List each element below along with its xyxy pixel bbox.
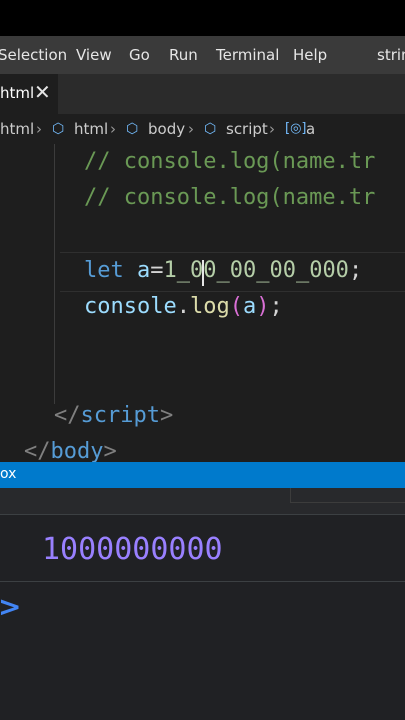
code-line-close-script: </script> <box>54 403 173 428</box>
tab-html-file[interactable]: html ✕ <box>0 74 58 114</box>
indent-guide <box>54 144 55 404</box>
paren-open: ( <box>229 294 243 319</box>
menu-run[interactable]: Run <box>169 46 198 64</box>
code-editor[interactable]: // console.log(name.tr // console.log(na… <box>0 144 405 462</box>
status-bar: ox <box>0 462 405 488</box>
tab-bar <box>0 74 405 114</box>
breadcrumb-item-file[interactable]: html <box>0 120 34 138</box>
console-toolbar <box>0 488 405 514</box>
menu-view[interactable]: View <box>76 46 112 64</box>
argument-a: a <box>242 294 257 319</box>
menu-bar: Selection View Go Run Terminal Help stri… <box>0 36 405 74</box>
dot: . <box>176 294 190 319</box>
code-line-console-log: console.log(a); <box>84 294 283 319</box>
variable-icon: [◎] <box>285 121 307 136</box>
console-filter-box[interactable] <box>290 488 405 503</box>
window-title: strin <box>377 46 405 64</box>
close-icon[interactable]: ✕ <box>34 80 51 104</box>
menu-go[interactable]: Go <box>129 46 150 64</box>
chevron-right-icon: › <box>36 120 42 138</box>
variable-a: a <box>137 258 151 283</box>
console-object: console <box>84 294 177 319</box>
log-function: log <box>189 294 230 319</box>
browser-console: 1000000000 > <box>0 488 405 720</box>
tag-bracket: > <box>103 439 117 462</box>
paren-close: ) <box>256 294 270 319</box>
cube-icon: ⬡ <box>204 121 217 137</box>
chevron-right-icon: › <box>269 120 275 138</box>
menu-help[interactable]: Help <box>293 46 327 64</box>
number-literal: 1_00_00_00_000 <box>163 258 349 283</box>
keyword-let: let <box>84 258 124 283</box>
status-text[interactable]: ox <box>0 466 16 482</box>
operator-equals: = <box>150 258 164 283</box>
text-cursor <box>202 260 204 286</box>
divider <box>0 581 405 582</box>
cube-icon: ⬡ <box>52 121 65 137</box>
breadcrumb-item-a[interactable]: a <box>306 120 315 138</box>
breadcrumb-item-body[interactable]: body <box>148 120 185 138</box>
menu-selection[interactable]: Selection <box>0 46 67 64</box>
breadcrumb-item-html[interactable]: html <box>74 120 108 138</box>
tag-bracket: </ <box>24 439 51 462</box>
tag-bracket: > <box>159 403 174 428</box>
breadcrumb: html › ⬡ html › ⬡ body › ⬡ script › [◎] … <box>0 114 405 144</box>
code-line-comment-1: // console.log(name.tr <box>84 149 376 174</box>
cube-icon: ⬡ <box>126 121 139 137</box>
tag-name-body: body <box>50 439 104 462</box>
code-line-close-body: </body> <box>24 439 117 462</box>
divider <box>0 514 405 515</box>
chevron-right-icon: › <box>188 120 194 138</box>
breadcrumb-item-script[interactable]: script <box>226 120 268 138</box>
chevron-right-icon: › <box>110 120 116 138</box>
code-line-let: let a=1_00_00_00_000; <box>84 258 362 283</box>
semicolon: ; <box>348 258 363 283</box>
tab-label: html <box>0 84 35 102</box>
console-output-value: 1000000000 <box>42 532 223 567</box>
semicolon: ; <box>269 294 283 319</box>
code-line-comment-2: // console.log(name.tr <box>84 185 376 210</box>
menu-terminal[interactable]: Terminal <box>216 46 279 64</box>
console-prompt-icon[interactable]: > <box>0 590 21 623</box>
tag-bracket: </ <box>54 403 81 428</box>
tag-name-script: script <box>80 403 160 428</box>
